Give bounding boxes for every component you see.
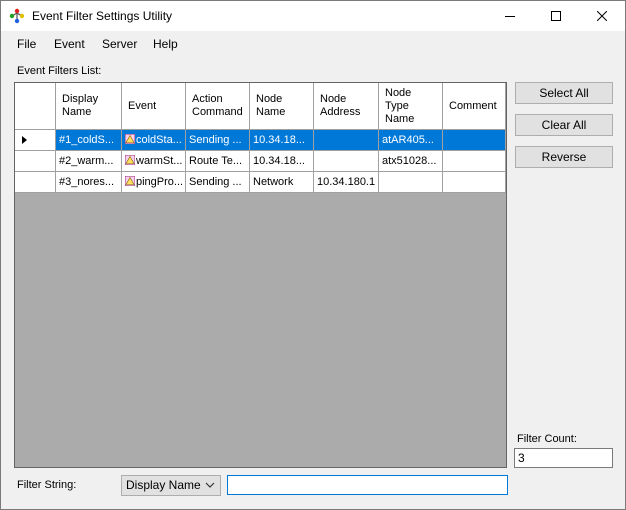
cell-node-type-name[interactable]: atAR405... (379, 130, 443, 151)
alert-triangle-icon (125, 176, 135, 186)
maximize-icon (551, 11, 561, 21)
cell-node-type-name[interactable] (379, 172, 443, 193)
column-header-comment[interactable]: Comment (443, 83, 506, 130)
minimize-icon (505, 16, 515, 17)
current-row-arrow-icon (22, 136, 27, 144)
cell-display-name[interactable]: #3_nores... (56, 172, 122, 193)
cell-comment[interactable] (443, 151, 506, 172)
row-header-corner (15, 83, 56, 130)
menu-event[interactable]: Event (54, 37, 85, 51)
filter-string-label: Filter String: (17, 479, 77, 491)
close-icon (597, 11, 607, 21)
cell-node-name[interactable]: 10.34.18... (250, 151, 314, 172)
cell-node-address[interactable] (314, 151, 379, 172)
filter-count-label: Filter Count: (517, 433, 577, 445)
table-row[interactable]: #1_coldS... coldSta... Sending ... 10.34… (15, 130, 506, 151)
cell-comment[interactable] (443, 172, 506, 193)
cell-display-name[interactable]: #2_warm... (56, 151, 122, 172)
filter-string-input[interactable] (227, 475, 508, 495)
menu-file[interactable]: File (17, 37, 36, 51)
close-button[interactable] (579, 1, 625, 31)
table-row[interactable]: #3_nores... pingPro... Sending ... Netwo… (15, 172, 506, 193)
cell-event[interactable]: coldSta... (122, 130, 186, 151)
cell-action-command[interactable]: Route Te... (186, 151, 250, 172)
cell-comment[interactable] (443, 130, 506, 151)
app-tree-icon (9, 8, 25, 24)
menu-help[interactable]: Help (153, 37, 178, 51)
cell-event[interactable]: warmSt... (122, 151, 186, 172)
alert-triangle-icon (125, 155, 135, 165)
column-header-node-name[interactable]: Node Name (250, 83, 314, 130)
maximize-button[interactable] (533, 1, 579, 31)
cell-node-name[interactable]: 10.34.18... (250, 130, 314, 151)
cell-node-address[interactable]: 10.34.180.1 (314, 172, 379, 193)
cell-node-address[interactable] (314, 130, 379, 151)
window-title: Event Filter Settings Utility (32, 9, 173, 23)
cell-node-name[interactable]: Network (250, 172, 314, 193)
reverse-button[interactable]: Reverse (515, 146, 613, 168)
filter-count-field[interactable]: 3 (514, 448, 613, 468)
clear-all-button[interactable]: Clear All (515, 114, 613, 136)
alert-triangle-icon (125, 134, 135, 144)
column-header-display-name[interactable]: Display Name (56, 83, 122, 130)
event-filters-grid[interactable]: Display Name Event Action Command Node N… (14, 82, 507, 468)
cell-action-command[interactable]: Sending ... (186, 172, 250, 193)
title-bar[interactable]: Event Filter Settings Utility (1, 1, 625, 31)
menu-bar: File Event Server Help (1, 32, 625, 54)
cell-display-name[interactable]: #1_coldS... (56, 130, 122, 151)
column-header-action-command[interactable]: Action Command (186, 83, 250, 130)
select-all-button[interactable]: Select All (515, 82, 613, 104)
minimize-button[interactable] (487, 1, 533, 31)
row-header[interactable] (15, 172, 56, 193)
row-header[interactable] (15, 130, 56, 151)
row-header[interactable] (15, 151, 56, 172)
column-header-node-address[interactable]: Node Address (314, 83, 379, 130)
filter-field-dropdown[interactable]: Display Name (121, 475, 221, 496)
chevron-down-icon (205, 482, 215, 488)
cell-action-command[interactable]: Sending ... (186, 130, 250, 151)
menu-server[interactable]: Server (102, 37, 137, 51)
table-row[interactable]: #2_warm... warmSt... Route Te... 10.34.1… (15, 151, 506, 172)
event-filters-list-label: Event Filters List: (17, 65, 102, 77)
filter-field-selected: Display Name (126, 478, 201, 492)
main-window: Event Filter Settings Utility File Event… (0, 0, 626, 510)
cell-node-type-name[interactable]: atx51028... (379, 151, 443, 172)
cell-event[interactable]: pingPro... (122, 172, 186, 193)
column-header-event[interactable]: Event (122, 83, 186, 130)
column-header-node-type-name[interactable]: Node Type Name (379, 83, 443, 130)
